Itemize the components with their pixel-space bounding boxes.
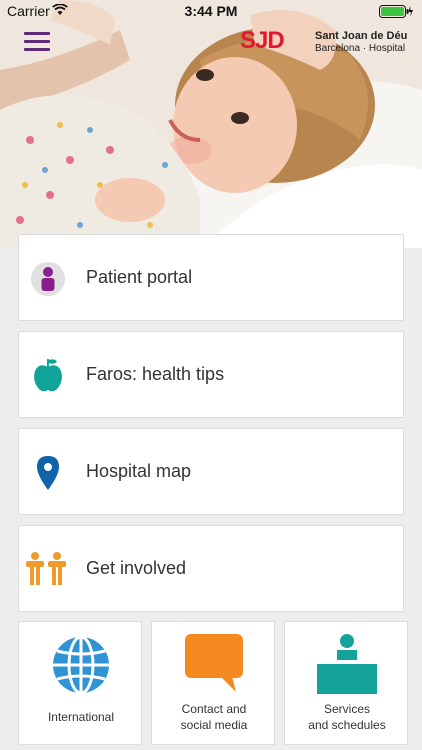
speech-bubble-icon bbox=[185, 634, 243, 692]
hospital-map-card[interactable]: Hospital map bbox=[18, 428, 404, 515]
map-pin-icon bbox=[37, 456, 59, 490]
tile-label: Contact and social media bbox=[180, 702, 248, 732]
app-screen: Carrier 3:44 PM SJD Sant Joan de Déu Bar… bbox=[0, 0, 422, 750]
person-icon bbox=[31, 262, 65, 296]
people-icon bbox=[26, 552, 66, 585]
globe-icon bbox=[53, 635, 109, 695]
services-tile[interactable]: Services and schedules bbox=[284, 621, 408, 745]
contact-tile[interactable]: Contact and social media bbox=[151, 621, 275, 745]
health-tips-card[interactable]: Faros: health tips bbox=[18, 331, 404, 418]
card-label: Hospital map bbox=[86, 461, 192, 481]
status-bar: Carrier 3:44 PM bbox=[0, 0, 422, 22]
card-label: Faros: health tips bbox=[86, 364, 225, 384]
logo-mark: SJD bbox=[240, 27, 285, 54]
hamburger-menu-icon[interactable] bbox=[24, 32, 50, 54]
tile-label: International bbox=[47, 710, 115, 724]
international-tile[interactable]: International bbox=[18, 621, 142, 745]
logo-name: Sant Joan de Déu bbox=[315, 30, 408, 42]
apple-icon bbox=[34, 359, 62, 392]
clock: 3:44 PM bbox=[184, 3, 238, 19]
patient-portal-card[interactable]: Patient portal bbox=[18, 234, 404, 321]
logo-subtitle: Barcelona · Hospital bbox=[315, 43, 406, 54]
reception-desk-icon bbox=[317, 634, 377, 694]
tile-label: Services and schedules bbox=[308, 702, 386, 732]
battery-icon bbox=[379, 5, 413, 18]
card-label: Patient portal bbox=[86, 267, 193, 287]
get-involved-card[interactable]: Get involved bbox=[18, 525, 404, 612]
hospital-logo: SJD Sant Joan de Déu Barcelona · Hospita… bbox=[240, 27, 408, 57]
card-label: Get involved bbox=[86, 558, 187, 578]
